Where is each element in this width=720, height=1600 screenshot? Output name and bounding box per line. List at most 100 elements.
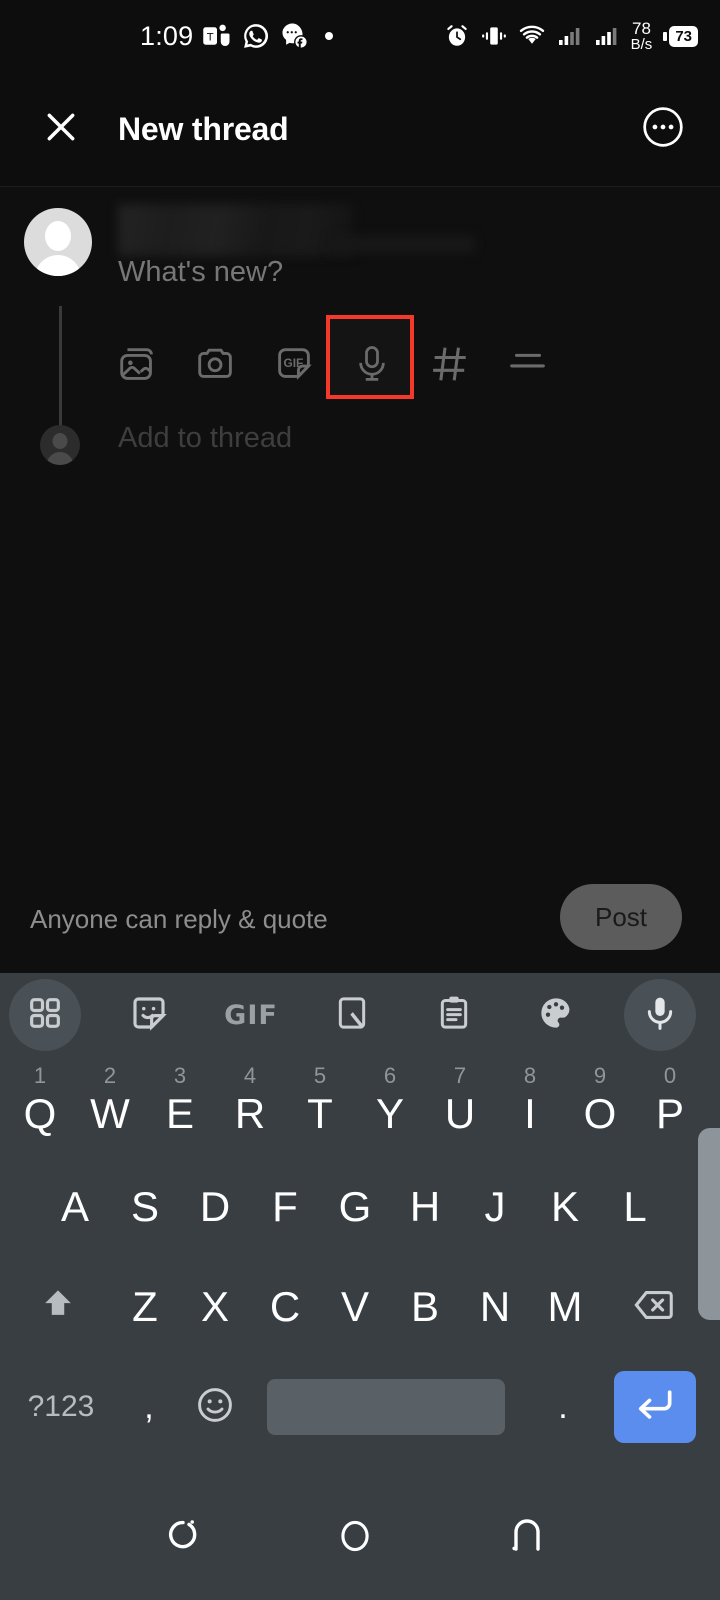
key-h[interactable]: H [392,1157,458,1257]
key-w-number: 2 [103,1063,117,1088]
signal-bars-sim1-icon [557,24,583,48]
enter-icon [633,1383,677,1432]
gif-button[interactable]: GIF [212,976,290,1054]
key-x[interactable]: X [182,1257,248,1357]
keyboard-key-rows: 1Q 2W 3E 4R 5T 6Y 7U 8I 9O 0P A S D F G … [0,1057,720,1457]
key-q-number: 1 [33,1063,47,1088]
add-to-thread-row[interactable]: Add to thread [0,420,720,480]
navigation-bar [0,1477,720,1600]
key-v[interactable]: V [322,1257,388,1357]
key-r-letter: R [234,1090,266,1137]
gallery-icon-button[interactable] [102,328,174,400]
page-title: New thread [118,110,289,147]
key-t-letter: T [307,1090,333,1137]
key-i[interactable]: 8I [497,1057,563,1157]
key-t-number: 5 [313,1063,327,1088]
attachment-icon-row: GIF [0,306,720,434]
keyboard-row-4: ?123 , . [0,1357,720,1457]
recents-button[interactable] [148,1503,218,1573]
battery-nub [663,31,668,41]
apps-grid-button[interactable] [9,979,81,1051]
keyboard-row-1: 1Q 2W 3E 4R 5T 6Y 7U 8I 9O 0P [0,1057,720,1157]
key-a[interactable]: A [42,1157,108,1257]
key-o[interactable]: 9O [567,1057,633,1157]
key-e[interactable]: 3E [147,1057,213,1157]
home-button[interactable] [320,1503,390,1573]
key-w[interactable]: 2W [77,1057,143,1157]
gif-label: GIF [224,999,278,1031]
back-button[interactable] [492,1503,562,1573]
theme-palette-button[interactable] [517,976,595,1054]
key-u[interactable]: 7U [427,1057,493,1157]
shift-icon [36,1283,80,1332]
home-icon [333,1514,377,1563]
keyboard-row-3: Z X C V B N M [0,1257,720,1357]
key-u-number: 7 [453,1063,467,1088]
audience-selector[interactable]: Anyone can reply & quote [30,904,328,935]
key-j[interactable]: J [462,1157,528,1257]
teams-icon: T [202,21,232,51]
post-button[interactable]: Post [560,884,682,950]
comma-key[interactable]: , [124,1357,174,1457]
close-button[interactable] [35,103,87,155]
space-key[interactable] [267,1379,505,1435]
key-z[interactable]: Z [112,1257,178,1357]
key-y[interactable]: 6Y [357,1057,423,1157]
key-n[interactable]: N [462,1257,528,1357]
clipboard-button[interactable] [415,976,493,1054]
handwriting-button[interactable] [313,976,391,1054]
poll-icon-button[interactable] [492,328,564,400]
battery-icon: 73 [663,25,698,47]
key-t[interactable]: 5T [287,1057,353,1157]
key-m[interactable]: M [532,1257,598,1357]
whatsapp-icon [241,21,271,51]
status-time: 1:09 [140,20,194,51]
camera-icon [193,341,239,387]
username-blurred-secondary [330,236,475,253]
hashtag-icon-button[interactable] [414,328,486,400]
key-g[interactable]: G [322,1157,388,1257]
backspace-key[interactable] [618,1257,690,1357]
svg-text:GIF: GIF [284,356,304,370]
close-icon [41,107,81,152]
avatar[interactable] [24,208,92,276]
key-r[interactable]: 4R [217,1057,283,1157]
period-key[interactable]: . [538,1357,588,1457]
key-e-letter: E [165,1090,194,1137]
key-s[interactable]: S [112,1157,178,1257]
key-q[interactable]: 1Q [7,1057,73,1157]
keyboard-resize-handle[interactable] [698,1128,720,1320]
more-options-icon [641,105,685,154]
composer-placeholder[interactable]: What's new? [118,256,283,289]
camera-icon-button[interactable] [180,328,252,400]
symbols-key[interactable]: ?123 [16,1357,106,1457]
app-bar: New thread [0,72,720,187]
sticker-button[interactable] [110,976,188,1054]
shift-key[interactable] [22,1257,94,1357]
key-d[interactable]: D [182,1157,248,1257]
key-p[interactable]: 0P [637,1057,703,1157]
more-options-button[interactable] [638,104,688,154]
wifi-icon [518,22,546,50]
key-c[interactable]: C [252,1257,318,1357]
add-to-thread-label: Add to thread [118,422,293,454]
voice-input-icon [640,993,680,1038]
key-f[interactable]: F [252,1157,318,1257]
microphone-icon-button[interactable] [336,328,408,400]
key-b[interactable]: B [392,1257,458,1357]
key-r-number: 4 [243,1063,257,1088]
key-y-letter: Y [375,1090,404,1137]
thread-connector-line [59,306,62,434]
gif-icon-button[interactable]: GIF [258,328,330,400]
voice-input-button[interactable] [624,979,696,1051]
key-p-letter: P [655,1090,684,1137]
keyboard-row-2: A S D F G H J K L [0,1157,720,1257]
poll-icon [505,341,551,387]
enter-key[interactable] [614,1371,696,1443]
key-i-letter: I [524,1090,536,1137]
key-l[interactable]: L [602,1157,668,1257]
backspace-icon [631,1282,677,1333]
emoji-key[interactable] [185,1357,245,1457]
avatar-body [35,255,81,276]
key-k[interactable]: K [532,1157,598,1257]
